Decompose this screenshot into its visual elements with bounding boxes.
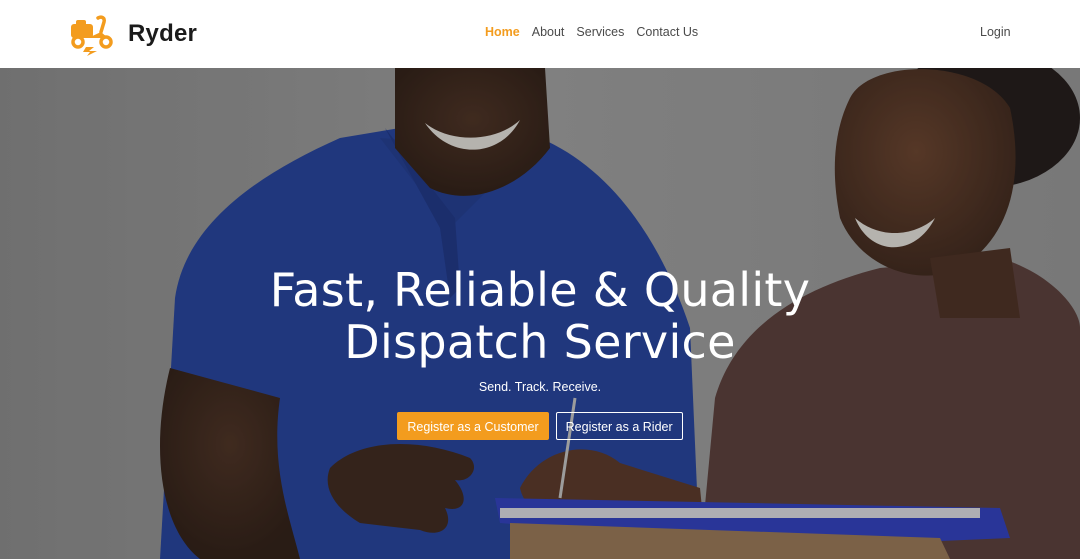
hero-title-line-2: Dispatch Service	[344, 315, 736, 369]
scooter-icon	[71, 15, 113, 56]
nav-item-services[interactable]: Services	[576, 25, 624, 39]
brand-link[interactable]: Ryder	[68, 12, 197, 56]
nav-item-contact[interactable]: Contact Us	[636, 25, 698, 39]
top-navbar: Ryder Home About Services Contact Us Log…	[0, 0, 1080, 68]
hero-title-line-1: Fast, Reliable & Quality	[269, 263, 811, 317]
register-customer-button[interactable]: Register as a Customer	[397, 412, 549, 440]
login-link[interactable]: Login	[980, 25, 1011, 39]
main-nav: Home About Services Contact Us	[485, 25, 710, 39]
cta-buttons: Register as a Customer Register as a Rid…	[0, 412, 1080, 440]
nav-item-about[interactable]: About	[532, 25, 565, 39]
hero-content: Fast, Reliable & Quality Dispatch Servic…	[0, 264, 1080, 440]
hero-title: Fast, Reliable & Quality Dispatch Servic…	[0, 264, 1080, 368]
brand-name: Ryder	[128, 20, 198, 47]
hero-subtitle: Send. Track. Receive.	[478, 380, 602, 394]
hero-section: Fast, Reliable & Quality Dispatch Servic…	[0, 68, 1080, 559]
register-rider-button[interactable]: Register as a Rider	[555, 412, 683, 440]
nav-item-home[interactable]: Home	[485, 25, 520, 39]
